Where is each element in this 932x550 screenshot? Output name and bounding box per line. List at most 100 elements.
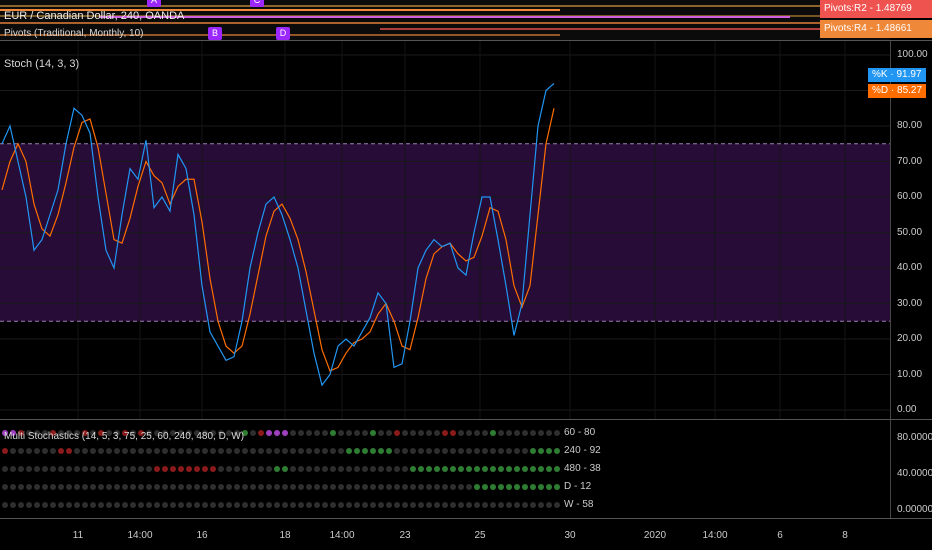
signal-dot	[482, 448, 488, 454]
signal-dot	[514, 466, 520, 472]
signal-dot	[362, 502, 368, 508]
signal-dot	[402, 448, 408, 454]
y-tick: 40.00000	[897, 468, 932, 479]
signal-dot	[354, 430, 360, 436]
x-tick: 25	[474, 530, 486, 541]
signal-dot	[442, 484, 448, 490]
marker-c[interactable]: C	[250, 0, 264, 7]
marker-a[interactable]: A	[147, 0, 161, 7]
signal-dot	[250, 466, 256, 472]
signal-dot	[386, 448, 392, 454]
signal-dot	[266, 466, 272, 472]
signal-dot	[538, 448, 544, 454]
signal-dot	[522, 430, 528, 436]
row-label: W - 58	[564, 499, 594, 510]
signal-dot	[514, 430, 520, 436]
signal-dot	[418, 466, 424, 472]
x-tick: 6	[777, 530, 783, 541]
signal-dot	[378, 484, 384, 490]
signal-dot	[458, 466, 464, 472]
signal-dot	[18, 448, 24, 454]
signal-dot	[130, 502, 136, 508]
signal-dot	[154, 502, 160, 508]
signal-dot	[498, 448, 504, 454]
signal-dot	[426, 448, 432, 454]
signal-dot	[506, 448, 512, 454]
signal-dot	[506, 502, 512, 508]
signal-dot	[290, 484, 296, 490]
signal-dot	[362, 448, 368, 454]
signal-dot	[74, 466, 80, 472]
signal-dot	[178, 502, 184, 508]
signal-dot	[330, 466, 336, 472]
dot-row	[2, 502, 560, 508]
signal-dot	[90, 502, 96, 508]
signal-dot	[346, 430, 352, 436]
signal-dot	[162, 466, 168, 472]
signal-dot	[66, 484, 72, 490]
signal-dot	[354, 466, 360, 472]
signal-dot	[26, 484, 32, 490]
signal-dot	[386, 502, 392, 508]
signal-dot	[10, 484, 16, 490]
k-value-badge: %K · 91.97	[868, 68, 926, 82]
signal-dot	[306, 448, 312, 454]
signal-dot	[386, 466, 392, 472]
signal-dot	[266, 502, 272, 508]
signal-dot	[306, 466, 312, 472]
signal-dot	[50, 466, 56, 472]
signal-dot	[458, 484, 464, 490]
signal-dot	[82, 466, 88, 472]
signal-dot	[530, 448, 536, 454]
x-tick: 23	[399, 530, 411, 541]
y-tick: 50.00	[897, 226, 923, 238]
signal-dot	[298, 430, 304, 436]
signal-dot	[58, 484, 64, 490]
x-tick: 2020	[643, 530, 667, 541]
signal-dot	[138, 484, 144, 490]
signal-dot	[162, 448, 168, 454]
marker-b[interactable]: B	[208, 27, 222, 40]
signal-dot	[170, 502, 176, 508]
y-tick: 0.00	[897, 404, 917, 415]
signal-dot	[290, 430, 296, 436]
signal-dot	[90, 466, 96, 472]
signal-dot	[442, 466, 448, 472]
signal-dot	[26, 448, 32, 454]
signal-dot	[274, 466, 280, 472]
signal-dot	[442, 502, 448, 508]
signal-dot	[362, 484, 368, 490]
signal-dot	[226, 484, 232, 490]
y-tick: 100.00	[897, 49, 928, 60]
signal-dot	[410, 502, 416, 508]
signal-dot	[138, 502, 144, 508]
signal-dot	[346, 502, 352, 508]
signal-dot	[250, 430, 256, 436]
signal-dot	[114, 466, 120, 472]
signal-dot	[18, 466, 24, 472]
price-pane[interactable]: EUR / Canadian Dollar, 240, OANDA Pivots…	[0, 0, 890, 40]
signal-dot	[2, 466, 8, 472]
signal-dot	[322, 448, 328, 454]
signal-dot	[370, 466, 376, 472]
signal-dot	[322, 466, 328, 472]
signal-dot	[314, 484, 320, 490]
stoch-chart[interactable]	[0, 41, 890, 419]
signal-dot	[258, 430, 264, 436]
signal-dot	[162, 484, 168, 490]
signal-dot	[402, 430, 408, 436]
signal-dot	[362, 430, 368, 436]
signal-dot	[394, 466, 400, 472]
multi-y-axis[interactable]: 80.00000 40.00000 0.00000	[890, 420, 932, 518]
signal-dot	[194, 502, 200, 508]
signal-dot	[442, 430, 448, 436]
marker-d[interactable]: D	[276, 27, 290, 40]
signal-dot	[122, 448, 128, 454]
x-tick: 11	[72, 530, 84, 541]
pivot-r2-label: Pivots:R2 - 1.48769	[820, 0, 932, 18]
signal-dot	[314, 502, 320, 508]
signal-dot	[370, 430, 376, 436]
signal-dot	[538, 484, 544, 490]
signal-dot	[250, 484, 256, 490]
signal-dot	[426, 466, 432, 472]
